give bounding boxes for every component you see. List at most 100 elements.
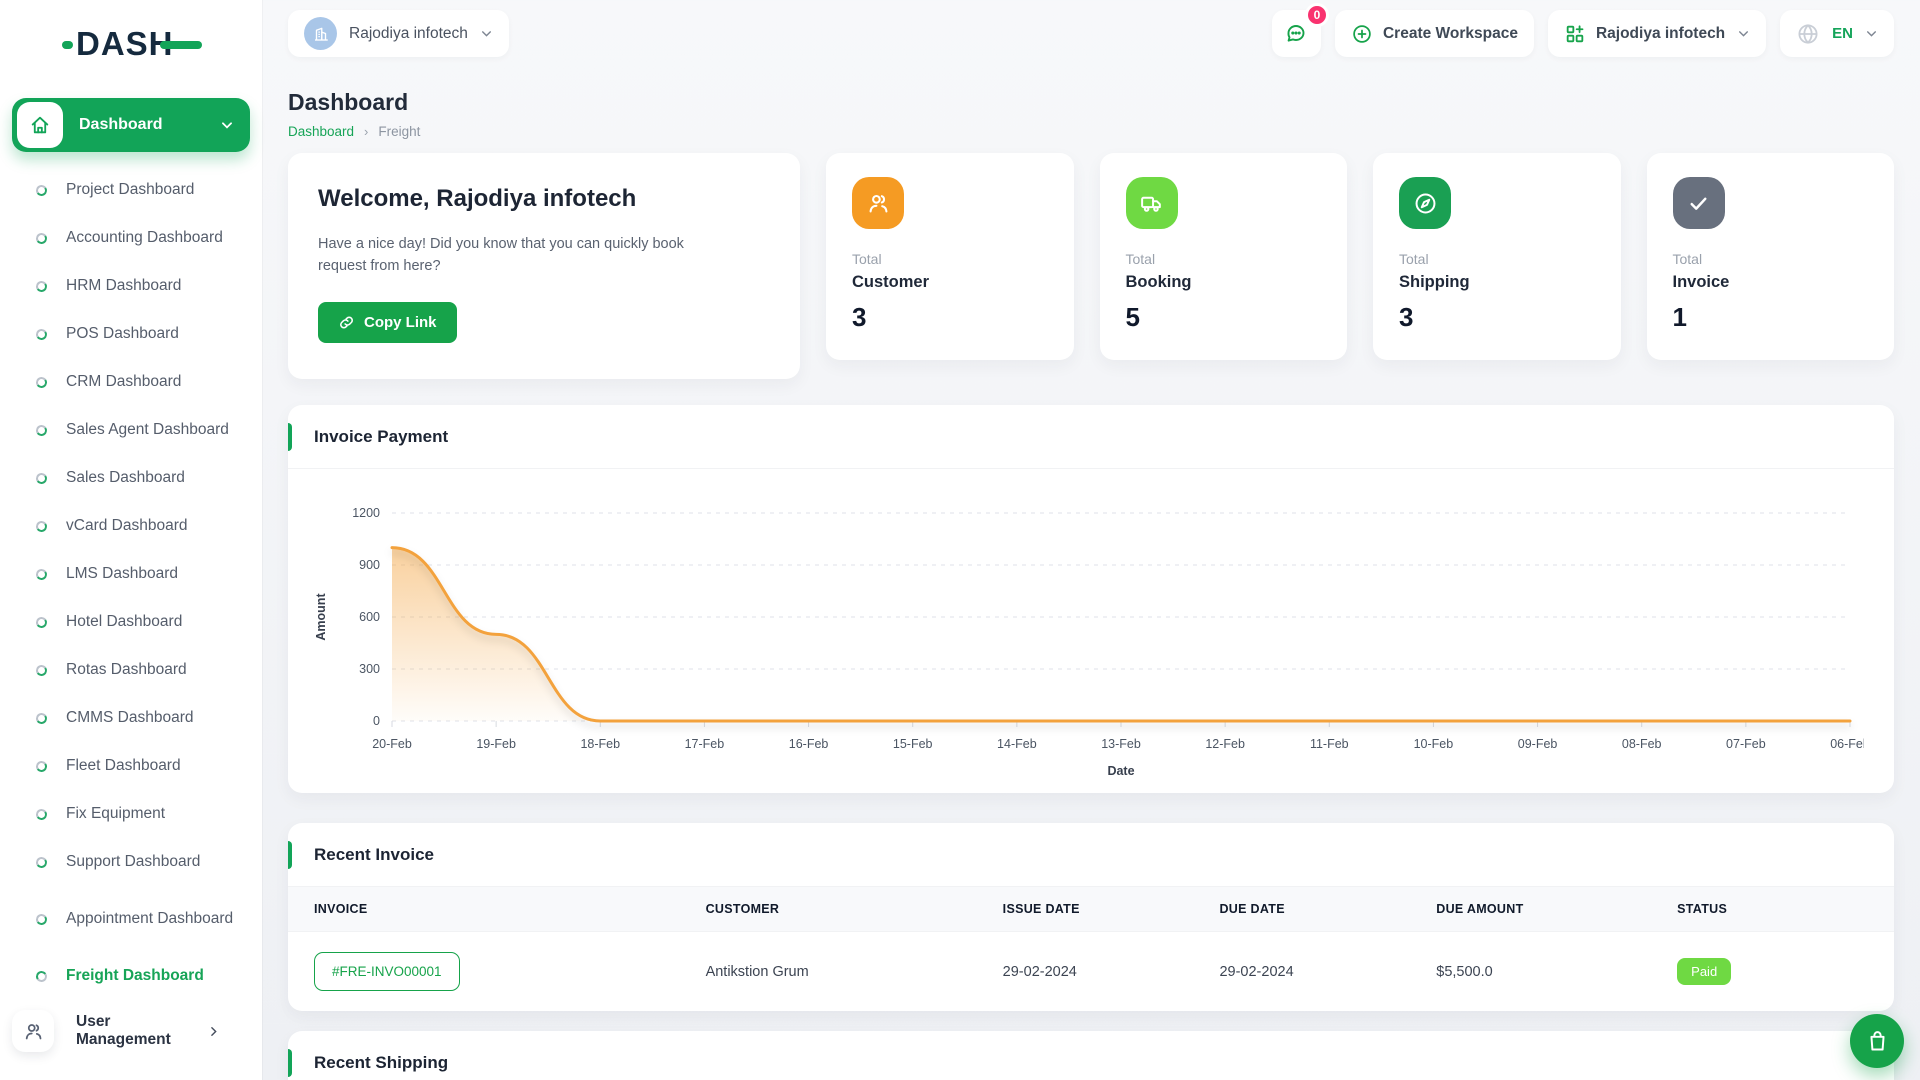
cell-due-amount: $5,500.0 <box>1436 932 1677 1012</box>
dash-logo-icon: DASH <box>62 22 202 64</box>
sidebar-item-appointment-dashboard[interactable]: Appointment Dashboard <box>0 886 262 952</box>
col-invoice: Invoice <box>288 887 706 932</box>
workspace-selector[interactable]: Rajodiya infotech <box>288 10 509 57</box>
sidebar-item-fleet-dashboard[interactable]: Fleet Dashboard <box>0 742 262 790</box>
welcome-message: Have a nice day! Did you know that you c… <box>318 233 734 278</box>
stat-card-booking: Total Booking 5 <box>1100 153 1348 360</box>
account-menu[interactable]: Rajodiya infotech <box>1548 10 1766 57</box>
language-selector[interactable]: EN <box>1780 10 1894 57</box>
create-workspace-label: Create Workspace <box>1383 25 1518 43</box>
bullet-ring-icon <box>35 759 48 772</box>
sidebar-item-project-dashboard[interactable]: Project Dashboard <box>0 166 262 214</box>
stat-value: 3 <box>852 302 1048 333</box>
sidebar-item-sales-dashboard[interactable]: Sales Dashboard <box>0 454 262 502</box>
sidebar-item-pos-dashboard[interactable]: POS Dashboard <box>0 310 262 358</box>
page-title: Dashboard <box>288 89 1894 116</box>
globe-icon <box>1796 22 1820 46</box>
sidebar-item-vcard-dashboard[interactable]: vCard Dashboard <box>0 502 262 550</box>
truck-icon <box>1126 177 1178 229</box>
svg-text:15-Feb: 15-Feb <box>893 737 933 751</box>
sidebar-item-rotas-dashboard[interactable]: Rotas Dashboard <box>0 646 262 694</box>
svg-text:08-Feb: 08-Feb <box>1622 737 1662 751</box>
svg-text:12-Feb: 12-Feb <box>1205 737 1245 751</box>
stat-value: 1 <box>1673 302 1869 333</box>
users-icon <box>852 177 904 229</box>
cell-customer: Antikstion Grum <box>706 932 1003 1012</box>
sidebar-dashboard-label: Dashboard <box>79 116 220 134</box>
stat-card-customer: Total Customer 3 <box>826 153 1074 360</box>
svg-text:600: 600 <box>359 610 380 624</box>
sidebar-item-label: vCard Dashboard <box>66 516 234 535</box>
copy-link-button[interactable]: Copy Link <box>318 302 457 343</box>
sidebar-item-label: Fix Equipment <box>66 804 234 823</box>
svg-text:06-Feb: 06-Feb <box>1830 737 1864 751</box>
sidebar-item-dashboard[interactable]: Dashboard <box>12 98 250 152</box>
sidebar-item-lms-dashboard[interactable]: LMS Dashboard <box>0 550 262 598</box>
breadcrumb-separator-icon: › <box>364 124 368 139</box>
sidebar-item-label: Appointment Dashboard <box>66 909 234 928</box>
messages-count-badge: 0 <box>1305 3 1329 27</box>
invoice-payment-chart: 03006009001200 20-Feb19-Feb18-Feb17-Feb1… <box>288 469 1894 789</box>
svg-text:14-Feb: 14-Feb <box>997 737 1037 751</box>
create-workspace-button[interactable]: Create Workspace <box>1335 10 1534 57</box>
language-code: EN <box>1832 25 1853 42</box>
recent-shipping-card: Recent Shipping <box>288 1031 1894 1080</box>
compass-icon <box>1399 177 1451 229</box>
cell-due-date: 29-02-2024 <box>1219 932 1436 1012</box>
welcome-card: Welcome, Rajodiya infotech Have a nice d… <box>288 153 800 379</box>
svg-text:09-Feb: 09-Feb <box>1518 737 1558 751</box>
messages-button[interactable]: 0 <box>1272 10 1321 57</box>
chevron-down-icon <box>480 27 493 40</box>
cell-issue-date: 29-02-2024 <box>1003 932 1220 1012</box>
stat-prefix: Total <box>1399 251 1595 267</box>
svg-text:300: 300 <box>359 662 380 676</box>
svg-text:0: 0 <box>373 714 380 728</box>
svg-text:17-Feb: 17-Feb <box>685 737 725 751</box>
brand-logo[interactable]: DASH <box>62 22 262 64</box>
sidebar-item-freight-dashboard[interactable]: Freight Dashboard <box>0 952 262 1000</box>
recent-invoice-card: Recent Invoice Invoice Customer Issue Da… <box>288 823 1894 1011</box>
table-row: #FRE-INVO00001 Antikstion Grum 29-02-202… <box>288 932 1894 1012</box>
stat-label: Booking <box>1126 273 1322 292</box>
sidebar-item-cmms-dashboard[interactable]: CMMS Dashboard <box>0 694 262 742</box>
sidebar-item-label: Accounting Dashboard <box>66 228 234 247</box>
svg-text:DASH: DASH <box>76 25 174 62</box>
app: DASH Dashboard Project Dashboard Account… <box>0 0 1920 1080</box>
breadcrumb: Dashboard › Freight <box>288 124 1894 139</box>
sidebar-item-support-dashboard[interactable]: Support Dashboard <box>0 838 262 886</box>
sidebar-item-user-management[interactable]: User Management <box>12 1010 250 1052</box>
col-issue-date: Issue Date <box>1003 887 1220 932</box>
svg-text:13-Feb: 13-Feb <box>1101 737 1141 751</box>
stat-card-shipping: Total Shipping 3 <box>1373 153 1621 360</box>
stat-card-invoice: Total Invoice 1 <box>1647 153 1895 360</box>
plus-circle-icon <box>1351 23 1373 45</box>
sidebar-item-crm-dashboard[interactable]: CRM Dashboard <box>0 358 262 406</box>
sidebar-item-hotel-dashboard[interactable]: Hotel Dashboard <box>0 598 262 646</box>
sidebar-item-fix-equipment[interactable]: Fix Equipment <box>0 790 262 838</box>
stat-prefix: Total <box>1126 251 1322 267</box>
accent-bar <box>288 841 292 869</box>
stat-value: 3 <box>1399 302 1595 333</box>
bullet-ring-icon <box>35 423 48 436</box>
stat-label: Invoice <box>1673 273 1869 292</box>
invoice-number-button[interactable]: #FRE-INVO00001 <box>314 952 460 991</box>
sidebar-item-label: LMS Dashboard <box>66 564 234 583</box>
bullet-ring-icon <box>35 567 48 580</box>
bullet-ring-icon <box>35 519 48 532</box>
recent-shipping-header: Recent Shipping <box>288 1031 1894 1080</box>
cart-fab-button[interactable] <box>1850 1014 1904 1068</box>
svg-text:16-Feb: 16-Feb <box>789 737 829 751</box>
chevron-down-icon <box>220 118 234 132</box>
sidebar-item-hrm-dashboard[interactable]: HRM Dashboard <box>0 262 262 310</box>
stat-prefix: Total <box>1673 251 1869 267</box>
chat-icon <box>1284 22 1308 46</box>
breadcrumb-dashboard-link[interactable]: Dashboard <box>288 124 354 139</box>
sidebar-item-accounting-dashboard[interactable]: Accounting Dashboard <box>0 214 262 262</box>
sidebar-item-label: Support Dashboard <box>66 852 234 871</box>
recent-invoice-title: Recent Invoice <box>314 845 434 865</box>
sidebar-item-sales-agent-dashboard[interactable]: Sales Agent Dashboard <box>0 406 262 454</box>
svg-text:18-Feb: 18-Feb <box>580 737 620 751</box>
recent-invoice-header: Recent Invoice <box>288 823 1894 887</box>
main-content: Rajodiya infotech 0 Create Workspace <box>262 0 1920 1080</box>
sidebar-item-label: POS Dashboard <box>66 324 234 343</box>
